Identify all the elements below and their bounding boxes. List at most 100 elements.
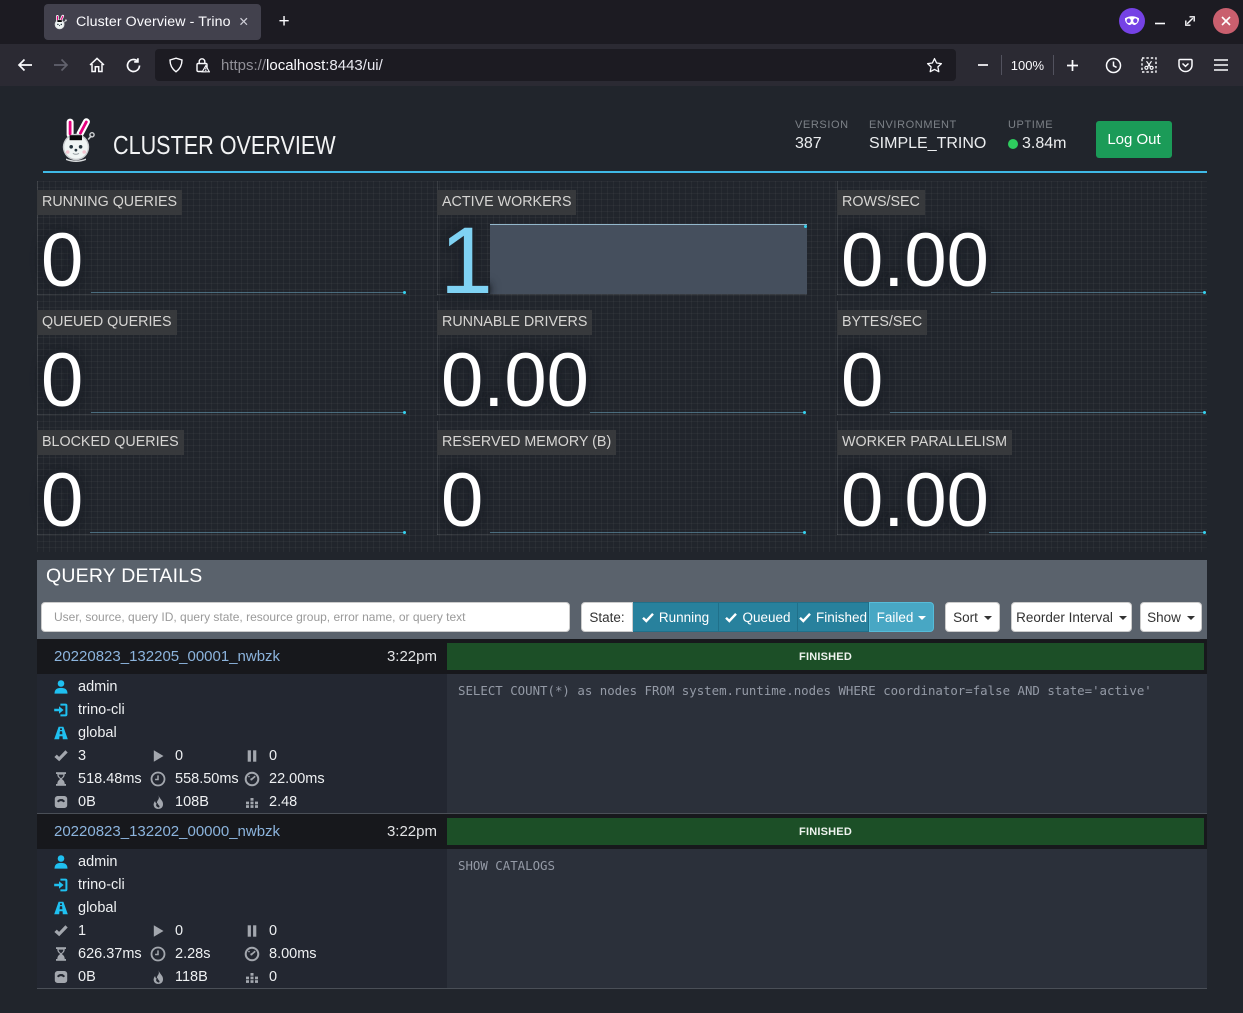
- stat-tile-value[interactable]: 1: [440, 214, 493, 309]
- stat-tile-label: QUEUED QUERIES: [37, 310, 177, 335]
- sparkline: [989, 532, 1206, 533]
- query-stat-cell: 2.28s: [150, 942, 210, 965]
- query-stat-cell: 22.00ms: [244, 767, 325, 790]
- zoom-in-button[interactable]: [1059, 49, 1085, 81]
- window-minimize-button[interactable]: [1153, 14, 1175, 28]
- reload-button[interactable]: [117, 49, 149, 81]
- url-bar[interactable]: https://localhost:8443/ui/: [155, 49, 956, 81]
- stat-tile-active-workers: ACTIVE WORKERS1: [437, 181, 807, 296]
- stat-tile-reserved-memory-b-: RESERVED MEMORY (B)0: [437, 421, 807, 536]
- icon-graphic: [244, 923, 260, 939]
- query-header-left: 20220823_132205_00001_nwbzk3:22pm: [37, 639, 447, 674]
- icon-graphic: [1140, 56, 1158, 74]
- new-tab-button[interactable]: +: [272, 10, 296, 34]
- query-user-value: admin: [78, 854, 118, 870]
- icon-graphic: [150, 771, 166, 787]
- uptime-value: 3.84m: [1022, 135, 1066, 153]
- resource-group-road-icon: [53, 725, 69, 741]
- zoom-level[interactable]: 100%: [1005, 58, 1050, 73]
- environment-label: ENVIRONMENT: [869, 119, 986, 131]
- icon-graphic: [1183, 14, 1197, 28]
- query-times: 518.48ms558.50ms22.00ms: [37, 767, 447, 790]
- icon-graphic: [926, 57, 943, 74]
- window-restore-button[interactable]: [1183, 14, 1205, 28]
- query-header-left: 20220823_132202_00000_nwbzk3:22pm: [37, 814, 447, 849]
- url-text[interactable]: https://localhost:8443/ui/: [221, 57, 922, 74]
- query-source-value: trino-cli: [78, 877, 125, 893]
- home-button[interactable]: [81, 49, 113, 81]
- icon-graphic: [53, 725, 69, 741]
- query-cumulative-memory-value: 0: [269, 969, 277, 985]
- screenshot-icon[interactable]: [1133, 49, 1165, 81]
- stat-tile-runnable-drivers: RUNNABLE DRIVERS0.00: [437, 301, 807, 416]
- back-button[interactable]: [9, 49, 41, 81]
- query-sql-text[interactable]: SHOW CATALOGS: [447, 849, 1207, 882]
- tab-close-icon[interactable]: ✕: [235, 14, 253, 31]
- query-sql-text[interactable]: SELECT COUNT(*) as nodes FROM system.run…: [447, 674, 1207, 707]
- query-splits-running-value: 0: [175, 748, 183, 764]
- query-row-body: admintrino-cliglobal100626.37ms2.28s8.00…: [37, 849, 1207, 988]
- lock-warning-icon[interactable]: [189, 55, 215, 75]
- stat-tile-value: 0: [441, 463, 483, 539]
- state-queued-button[interactable]: Queued: [719, 602, 798, 632]
- query-wall-time-value: 626.37ms: [78, 946, 142, 962]
- uptime-status-dot: [1008, 139, 1018, 149]
- sparkline-dot: [403, 531, 406, 534]
- query-details-title: QUERY DETAILS: [46, 565, 203, 588]
- state-failed-label: Failed: [877, 610, 914, 625]
- icon-graphic: [1124, 16, 1140, 26]
- stat-tile-label: ROWS/SEC: [837, 190, 925, 215]
- icon-graphic: [53, 877, 69, 893]
- stat-tile-value: 0.00: [441, 343, 589, 419]
- browser-tab[interactable]: Cluster Overview - Trino ✕: [44, 4, 261, 40]
- icon-graphic: [125, 57, 142, 74]
- total-time-clock-icon: [150, 946, 166, 962]
- query-source: trino-cli: [37, 698, 447, 721]
- query-filter-input[interactable]: [41, 602, 570, 632]
- query-stat-cell: 118B: [150, 965, 208, 988]
- window-controls: [1119, 8, 1239, 34]
- sort-dropdown[interactable]: Sort: [945, 602, 1000, 632]
- shield-icon[interactable]: [163, 55, 189, 75]
- source-login-icon: [53, 877, 69, 893]
- reorder-interval-dropdown[interactable]: Reorder Interval: [1011, 602, 1132, 632]
- private-browsing-mask-icon: [1119, 8, 1145, 34]
- icon-graphic: [150, 969, 166, 985]
- icon-graphic: [244, 794, 260, 810]
- state-failed-dropdown[interactable]: Failed: [869, 602, 934, 632]
- history-clock-icon[interactable]: [1097, 49, 1129, 81]
- cpu-time-gauge-icon: [244, 771, 260, 787]
- query-id-link[interactable]: 20220823_132205_00001_nwbzk: [54, 648, 280, 665]
- source-login-icon: [53, 702, 69, 718]
- query-source: trino-cli: [37, 873, 447, 896]
- running-splits-play-icon: [150, 923, 166, 939]
- uptime-value-row: 3.84m: [1008, 135, 1066, 153]
- stat-tile-running-queries: RUNNING QUERIES0: [37, 181, 407, 296]
- icon-graphic: [16, 56, 34, 74]
- logout-button[interactable]: Log Out: [1096, 121, 1172, 158]
- query-stat-cell: 3: [53, 744, 86, 767]
- window-close-button[interactable]: [1213, 8, 1239, 34]
- bookmark-star-icon[interactable]: [922, 55, 948, 75]
- zoom-out-button[interactable]: [970, 49, 996, 81]
- state-label: State:: [581, 602, 633, 632]
- cpu-time-gauge-icon: [244, 946, 260, 962]
- query-memory: 0B108B2.48: [37, 790, 447, 813]
- stat-tiles: RUNNING QUERIES0 ACTIVE WORKERS1 ROWS/SEC 0…: [37, 181, 1207, 552]
- show-dropdown[interactable]: Show: [1140, 602, 1202, 632]
- zoom-controls: 100%: [968, 49, 1087, 81]
- query-id-link[interactable]: 20220823_132202_00000_nwbzk: [54, 823, 280, 840]
- forward-button[interactable]: [45, 49, 77, 81]
- query-user: admin: [37, 675, 447, 698]
- query-status-badge: FINISHED: [447, 643, 1204, 670]
- state-finished-button[interactable]: Finished: [798, 602, 869, 632]
- state-running-button[interactable]: Running: [633, 602, 719, 632]
- icon-graphic: [1153, 14, 1167, 28]
- query-row: 20220823_132202_00000_nwbzk3:22pmFINISHE…: [37, 814, 1207, 989]
- icon-graphic: [150, 946, 166, 962]
- url-path: :8443/ui/: [325, 57, 383, 74]
- sparkline-dot: [803, 411, 806, 414]
- menu-hamburger-icon[interactable]: [1205, 49, 1237, 81]
- pocket-icon[interactable]: [1169, 49, 1201, 81]
- stat-tile-value: 0: [41, 343, 83, 419]
